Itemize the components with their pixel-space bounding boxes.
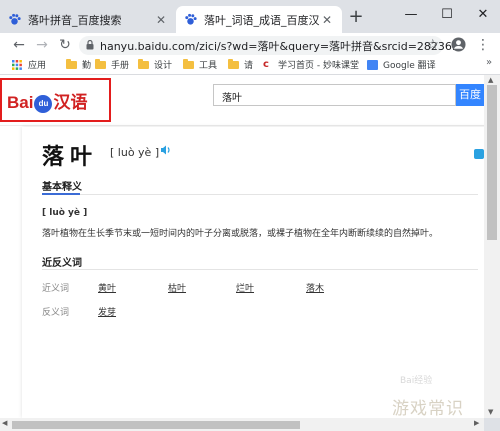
bookmark-folder-design[interactable]: 设计 [138, 58, 172, 71]
browser-toolbar: ← → ↻ hanyu.baidu.com/zici/s?wd=落叶&query… [0, 33, 500, 57]
logo-text-right: 汉语 [53, 93, 88, 112]
synonym-link[interactable]: 黄叶 [98, 281, 116, 294]
reload-icon[interactable]: ↻ [54, 33, 76, 57]
back-arrow-icon[interactable]: ← [8, 33, 30, 57]
lock-icon [86, 40, 94, 50]
close-icon[interactable]: ✕ [320, 13, 334, 27]
search-input[interactable]: 落叶 [213, 84, 456, 106]
minimize-icon[interactable]: — [394, 2, 428, 28]
definition-text: 落叶植物在生长季节末或一短时间内的叶子分离或脱落，或裸子植物在全年内断断续续的自… [42, 229, 439, 239]
search-button[interactable]: 百度 [456, 84, 484, 106]
horizontal-scrollbar[interactable]: ◀ ▶ [0, 418, 484, 431]
bookmark-label: 设计 [154, 61, 173, 71]
bookmark-apps[interactable]: 应用 [12, 58, 46, 71]
scroll-right-icon[interactable]: ▶ [474, 419, 479, 427]
tab-search[interactable]: 落叶拼音_百度搜索 ✕ [0, 6, 176, 33]
synonym-antonym-title: 近反义词 [42, 258, 82, 269]
scroll-thumb[interactable] [12, 421, 300, 429]
active-tab-underline [42, 193, 80, 195]
bookmark-label: 手册 [111, 61, 130, 71]
page-viewport: Bai du 汉语 落叶 百度 落叶 [ luò yè ] 基本释义 [ luò y… [0, 75, 484, 418]
folder-icon [228, 58, 239, 69]
vertical-scrollbar[interactable]: ▲ ▼ [484, 75, 500, 418]
antonyms-label: 反义词 [42, 308, 70, 318]
bookmark-label: 工具 [199, 61, 218, 71]
watermark: 游戏常识 [392, 399, 464, 419]
synonym-link[interactable]: 枯叶 [168, 281, 186, 294]
bookmark-folder-tools[interactable]: 工具 [183, 58, 217, 71]
folder-icon [138, 58, 149, 69]
address-bar[interactable]: hanyu.baidu.com/zici/s?wd=落叶&query=落叶拼音&… [79, 36, 462, 55]
bookmark-label: 学习首页 - 妙味课堂 [278, 61, 359, 71]
scroll-thumb[interactable] [487, 85, 497, 240]
tab-strip: 落叶拼音_百度搜索 ✕ 落叶_词语_成语_百度汉语 ✕ + — ☐ ✕ [0, 0, 500, 33]
new-tab-icon[interactable]: + [346, 8, 366, 28]
scroll-up-icon[interactable]: ▲ [488, 76, 493, 84]
antonym-link[interactable]: 发芽 [98, 305, 116, 318]
window-close-icon[interactable]: ✕ [466, 2, 500, 28]
bookmarks-bar: 应用 勤 手册 设计 工具 请 c 学习首页 - 妙味课堂 Google 翻译 … [0, 57, 500, 75]
google-translate-icon [367, 59, 378, 70]
bookmark-label: 勤 [82, 61, 92, 71]
bookmark-label: 请 [244, 61, 254, 71]
bookmark-star-icon[interactable]: ☆ [426, 37, 439, 53]
folder-icon [183, 58, 194, 69]
folder-icon [66, 58, 77, 69]
synonym-link[interactable]: 烂叶 [236, 281, 254, 294]
tab-label: 落叶_词语_成语_百度汉语 [204, 13, 320, 27]
url-text: hanyu.baidu.com/zici/s?wd=落叶&query=落叶拼音&… [100, 40, 463, 53]
profile-avatar-icon[interactable] [451, 37, 466, 52]
site-header: Bai du 汉语 落叶 百度 [0, 75, 484, 126]
tab-basic-meaning[interactable]: 基本释义 [42, 178, 82, 193]
watermark-small: Bai经验 [400, 376, 433, 386]
close-icon[interactable]: ✕ [154, 13, 168, 27]
entry-pinyin: [ luò yè ] [110, 146, 160, 159]
entry-word: 落叶 [42, 145, 99, 170]
miaov-icon: c [263, 58, 269, 70]
baidu-hanyu-logo[interactable]: Bai du 汉语 [7, 88, 87, 113]
apps-grid-icon [12, 59, 22, 70]
tab-divider [42, 194, 478, 195]
section-divider [42, 269, 478, 270]
bookmarks-overflow-icon[interactable]: » [486, 57, 492, 68]
logo-paw-text: du [38, 98, 49, 108]
scroll-left-icon[interactable]: ◀ [2, 419, 7, 427]
bookmark-label: 应用 [28, 61, 47, 71]
forward-arrow-icon[interactable]: → [31, 33, 53, 57]
speaker-icon[interactable] [160, 144, 172, 156]
bookmark-miaov[interactable]: c 学习首页 - 妙味课堂 [263, 58, 359, 71]
bookmark-folder-manual[interactable]: 手册 [95, 58, 129, 71]
baidu-paw-logo: du [34, 94, 53, 113]
menu-dots-icon[interactable]: ⋮ [476, 35, 490, 55]
logo-text-left: Bai [7, 93, 34, 112]
bookmark-folder-qin[interactable]: 勤 [66, 58, 91, 71]
baidu-paw-icon [185, 13, 197, 25]
bookmark-label: Google 翻译 [383, 61, 436, 71]
folder-icon [95, 58, 106, 69]
tab-label: 落叶拼音_百度搜索 [28, 13, 122, 27]
synonym-link[interactable]: 落木 [306, 281, 324, 294]
synonyms-label: 近义词 [42, 284, 70, 294]
bookmark-google-translate[interactable]: Google 翻译 [367, 58, 436, 71]
maximize-icon[interactable]: ☐ [430, 2, 464, 28]
bookmark-folder-qing[interactable]: 请 [228, 58, 253, 71]
scroll-down-icon[interactable]: ▼ [488, 408, 493, 416]
baidu-paw-icon [9, 13, 21, 25]
share-icon[interactable] [474, 149, 484, 159]
tab-hanyu[interactable]: 落叶_词语_成语_百度汉语 ✕ [176, 6, 342, 33]
definition-pinyin: [ luò yè ] [42, 208, 88, 218]
